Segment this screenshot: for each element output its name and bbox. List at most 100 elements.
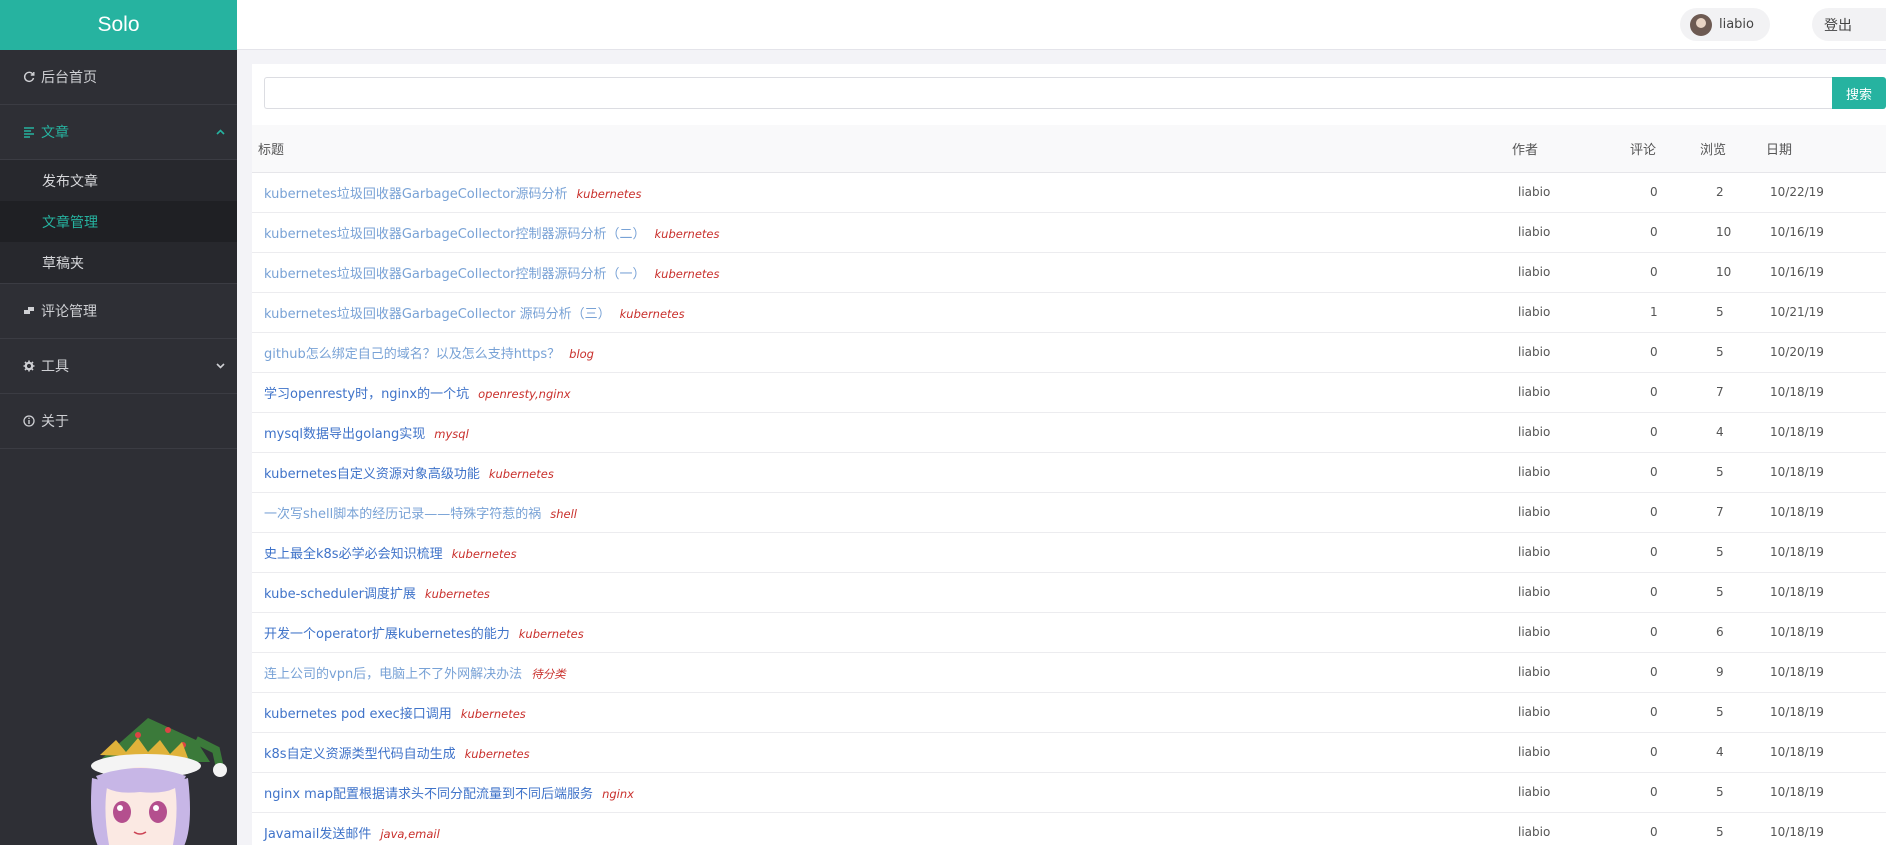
article-management-panel: 搜索 标题 作者 评论 浏览 日期 kubernetes垃圾回收器Garbage… — [252, 64, 1886, 845]
views-count: 10 — [1716, 265, 1732, 279]
comments-count: 0 — [1650, 825, 1658, 839]
sidebar-item-manage[interactable]: 文章管理 — [0, 201, 237, 242]
title-cell: 一次写shell脚本的经历记录——特殊字符惹的祸 shell — [252, 492, 1506, 532]
article-title-link[interactable]: mysql数据导出golang实现 — [264, 427, 425, 442]
article-title-link[interactable]: 史上最全k8s必学必会知识梳理 — [264, 547, 443, 562]
author-cell: liabio — [1518, 425, 1551, 439]
chevron-up-icon — [216, 127, 225, 138]
comments-count: 0 — [1650, 225, 1658, 239]
sidebar-item-articles[interactable]: 文章 — [0, 105, 237, 160]
article-title-link[interactable]: kubernetes pod exec接口调用 — [264, 707, 452, 722]
sidebar-item-about[interactable]: 关于 — [0, 394, 237, 449]
date-cell: 10/18/19 — [1770, 425, 1824, 439]
column-header-author[interactable]: 作者 — [1506, 125, 1624, 172]
table-row: 连上公司的vpn后，电脑上不了外网解决办法 待分类 liabio 0 9 10/18/19 — [252, 652, 1886, 692]
date-cell: 10/18/19 — [1770, 585, 1824, 599]
article-tags: nginx — [602, 786, 634, 801]
sidebar-item-comments[interactable]: 评论管理 — [0, 284, 237, 339]
views-count: 4 — [1716, 425, 1724, 439]
article-title-link[interactable]: 连上公司的vpn后，电脑上不了外网解决办法 — [264, 667, 522, 682]
table-row: 开发一个operator扩展kubernetes的能力 kubernetes lia… — [252, 612, 1886, 652]
chevron-down-icon — [216, 361, 225, 372]
brand-logo[interactable]: Solo — [0, 0, 237, 50]
article-title-link[interactable]: 学习openresty时，nginx的一个坑 — [264, 387, 469, 402]
views-count: 5 — [1716, 305, 1724, 319]
sidebar-item-label: 工具 — [41, 359, 69, 375]
comments-count: 0 — [1650, 585, 1658, 599]
comments-count: 0 — [1650, 185, 1658, 199]
table-body: kubernetes垃圾回收器GarbageCollector源码分析 kuber… — [252, 172, 1886, 845]
article-title-link[interactable]: kubernetes垃圾回收器GarbageCollector控制器源码分析（一… — [264, 267, 646, 282]
article-title-link[interactable]: Javamail发送邮件 — [264, 827, 371, 842]
sidebar-item-home[interactable]: 后台首页 — [0, 50, 237, 105]
date-cell: 10/18/19 — [1770, 545, 1824, 559]
article-title-link[interactable]: nginx map配置根据请求头不同分配流量到不同后端服务 — [264, 787, 593, 802]
search-button[interactable]: 搜索 — [1832, 77, 1886, 109]
views-count: 10 — [1716, 225, 1732, 239]
search-input[interactable] — [264, 77, 1832, 109]
author-cell: liabio — [1518, 585, 1551, 599]
sidebar-item-label: 关于 — [41, 414, 69, 430]
sidebar: Solo 后台首页 文章 发布文章 文章管理 草稿夹 评论管理 工具 关于 — [0, 0, 237, 845]
author-cell: liabio — [1518, 665, 1551, 679]
title-cell: kubernetes垃圾回收器GarbageCollector 源码分析（三） k… — [252, 292, 1506, 332]
views-count: 7 — [1716, 505, 1724, 519]
article-tags: blog — [569, 346, 594, 361]
article-tags: kubernetes — [619, 306, 685, 321]
comments-count: 0 — [1650, 745, 1658, 759]
user-menu[interactable]: liabio — [1679, 8, 1770, 41]
author-cell: liabio — [1518, 185, 1551, 199]
article-title-link[interactable]: kubernetes垃圾回收器GarbageCollector控制器源码分析（二… — [264, 227, 646, 242]
comments-count: 0 — [1650, 385, 1658, 399]
refresh-icon — [22, 71, 36, 83]
author-cell: liabio — [1518, 745, 1551, 759]
article-title-link[interactable]: kube-scheduler调度扩展 — [264, 587, 416, 602]
column-header-date[interactable]: 日期 — [1760, 125, 1886, 172]
column-header-views[interactable]: 浏览 — [1694, 125, 1760, 172]
article-title-link[interactable]: github怎么绑定自己的域名？以及怎么支持https？ — [264, 347, 560, 362]
title-cell: 学习openresty时，nginx的一个坑 openresty,nginx — [252, 372, 1506, 412]
article-tags: shell — [550, 506, 577, 521]
date-cell: 10/18/19 — [1770, 665, 1824, 679]
title-cell: 史上最全k8s必学必会知识梳理 kubernetes — [252, 532, 1506, 572]
column-header-title[interactable]: 标题 — [252, 125, 1506, 172]
comments-count: 0 — [1650, 625, 1658, 639]
sidebar-item-drafts[interactable]: 草稿夹 — [0, 242, 237, 283]
author-cell: liabio — [1518, 705, 1551, 719]
article-tags: kubernetes — [654, 226, 720, 241]
logout-button[interactable]: 登出 — [1812, 8, 1886, 41]
views-count: 5 — [1716, 585, 1724, 599]
comments-count: 0 — [1650, 785, 1658, 799]
table-row: k8s自定义资源类型代码自动生成 kubernetes liabio 0 4 10/18/… — [252, 732, 1886, 772]
articles-table: 标题 作者 评论 浏览 日期 kubernetes垃圾回收器GarbageCol… — [252, 125, 1886, 845]
column-header-comments[interactable]: 评论 — [1624, 125, 1694, 172]
table-row: 学习openresty时，nginx的一个坑 openresty,nginx lia… — [252, 372, 1886, 412]
sidebar-item-publish[interactable]: 发布文章 — [0, 160, 237, 201]
date-cell: 10/20/19 — [1770, 345, 1824, 359]
article-title-link[interactable]: kubernetes垃圾回收器GarbageCollector源码分析 — [264, 187, 568, 202]
date-cell: 10/18/19 — [1770, 385, 1824, 399]
title-cell: kubernetes自定义资源对象高级功能 kubernetes — [252, 452, 1506, 492]
title-cell: Javamail发送邮件 java,email — [252, 812, 1506, 845]
article-title-link[interactable]: k8s自定义资源类型代码自动生成 — [264, 747, 456, 762]
table-row: 史上最全k8s必学必会知识梳理 kubernetes liabio 0 5 10/18/1… — [252, 532, 1886, 572]
title-cell: 连上公司的vpn后，电脑上不了外网解决办法 待分类 — [252, 652, 1506, 692]
mascot-illustration — [91, 718, 227, 845]
sidebar-item-tools[interactable]: 工具 — [0, 339, 237, 394]
author-cell: liabio — [1518, 465, 1551, 479]
author-cell: liabio — [1518, 385, 1551, 399]
table-row: nginx map配置根据请求头不同分配流量到不同后端服务 nginx liabio… — [252, 772, 1886, 812]
article-title-link[interactable]: 开发一个operator扩展kubernetes的能力 — [264, 627, 510, 642]
date-cell: 10/18/19 — [1770, 785, 1824, 799]
list-icon — [22, 126, 36, 138]
title-cell: kubernetes垃圾回收器GarbageCollector控制器源码分析（一… — [252, 252, 1506, 292]
article-title-link[interactable]: 一次写shell脚本的经历记录——特殊字符惹的祸 — [264, 507, 541, 522]
article-title-link[interactable]: kubernetes自定义资源对象高级功能 — [264, 467, 480, 482]
comments-count: 0 — [1650, 665, 1658, 679]
views-count: 9 — [1716, 665, 1724, 679]
author-cell: liabio — [1518, 345, 1551, 359]
views-count: 4 — [1716, 745, 1724, 759]
views-count: 2 — [1716, 185, 1724, 199]
article-title-link[interactable]: kubernetes垃圾回收器GarbageCollector 源码分析（三） — [264, 307, 611, 322]
sidebar-item-label: 评论管理 — [41, 304, 97, 320]
